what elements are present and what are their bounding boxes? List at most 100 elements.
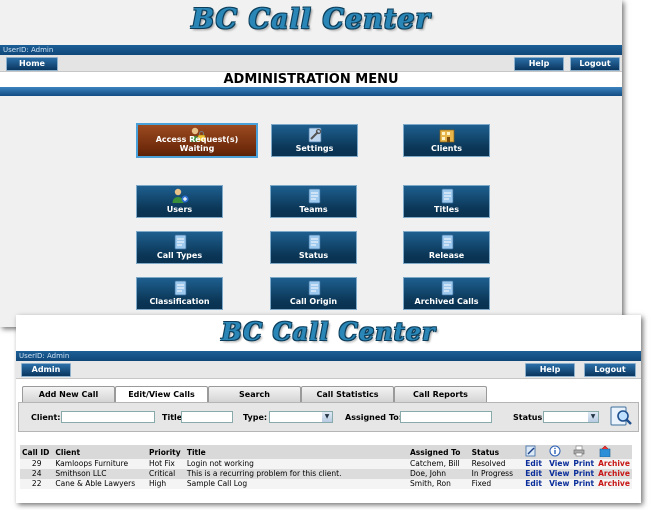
- add-user-icon: [171, 187, 189, 205]
- tab-search[interactable]: Search: [208, 386, 301, 402]
- admin-button[interactable]: Admin: [21, 363, 71, 377]
- status-label: Status: [298, 251, 329, 260]
- type-filter-label: Type:: [243, 413, 268, 422]
- call-types-button[interactable]: Call Types: [136, 231, 223, 264]
- search-icon[interactable]: [609, 404, 633, 428]
- building-icon: [438, 126, 456, 144]
- print-link[interactable]: Print: [571, 469, 597, 479]
- chevron-down-icon: ▼: [588, 412, 598, 422]
- col-client[interactable]: Client: [53, 445, 147, 459]
- cell-status: Resolved: [469, 459, 524, 469]
- client-filter-label: Client:: [31, 413, 61, 422]
- help-button[interactable]: Help: [525, 363, 575, 377]
- nav-bar: Admin Help Logout: [16, 361, 641, 379]
- users-label: Users: [166, 205, 193, 214]
- info-icon: [549, 445, 561, 457]
- userid-label: UserID: Admin: [16, 351, 641, 361]
- teams-button[interactable]: Teams: [270, 185, 357, 218]
- cell-client: Cane & Able Lawyers: [53, 479, 147, 489]
- status-button[interactable]: Status: [270, 231, 357, 264]
- archive-link[interactable]: Archive: [596, 459, 632, 469]
- notepad-icon: [438, 233, 456, 251]
- cell-priority: Critical: [146, 469, 185, 479]
- cell-status: Fixed: [469, 479, 524, 489]
- client-filter-input[interactable]: [61, 411, 155, 423]
- classification-label: Classification: [149, 297, 210, 306]
- admin-window: BC Call Center UserID: Admin Home Help L…: [0, 0, 622, 327]
- cell-client: Kamloops Furniture: [53, 459, 147, 469]
- col-view: [547, 445, 572, 459]
- print-link[interactable]: Print: [571, 459, 597, 469]
- tab-call-reports[interactable]: Call Reports: [394, 386, 487, 402]
- archive-link[interactable]: Archive: [596, 479, 632, 489]
- settings-label: Settings: [295, 144, 334, 153]
- tab-edit-view-calls[interactable]: Edit/View Calls: [115, 386, 208, 402]
- call-origin-button[interactable]: Call Origin: [270, 277, 357, 310]
- title-band: [0, 87, 622, 96]
- app-logo: BC Call Center: [191, 4, 431, 35]
- view-link[interactable]: View: [547, 459, 572, 469]
- home-button[interactable]: Home: [6, 57, 58, 71]
- table-header-row: Call ID Client Priority Title Assigned T…: [20, 445, 632, 459]
- col-title[interactable]: Title: [184, 445, 408, 459]
- cell-call-id: 22: [20, 479, 54, 489]
- chevron-down-icon: ▼: [322, 412, 332, 422]
- print-link[interactable]: Print: [571, 479, 597, 489]
- col-priority[interactable]: Priority: [146, 445, 185, 459]
- tab-add-new-call[interactable]: Add New Call: [22, 386, 115, 402]
- users-button[interactable]: Users: [136, 185, 223, 218]
- cell-status: In Progress: [469, 469, 524, 479]
- archive-box-icon: [599, 445, 611, 458]
- table-row[interactable]: 24 Smithson LLC Critical This is a recur…: [20, 469, 632, 479]
- cell-priority: High: [146, 479, 185, 489]
- release-button[interactable]: Release: [403, 231, 490, 264]
- status-filter-select[interactable]: ▼: [543, 411, 599, 423]
- cell-call-id: 29: [20, 459, 54, 469]
- cell-call-id: 24: [20, 469, 54, 479]
- archived-calls-label: Archived Calls: [414, 297, 479, 306]
- edit-link[interactable]: Edit: [523, 469, 548, 479]
- notepad-icon: [305, 187, 323, 205]
- settings-button[interactable]: Settings: [271, 124, 358, 157]
- col-status[interactable]: Status: [469, 445, 524, 459]
- col-assigned-to[interactable]: Assigned To: [408, 445, 470, 459]
- col-print: [571, 445, 597, 459]
- archive-icon: [438, 279, 456, 297]
- help-button[interactable]: Help: [514, 57, 564, 71]
- printer-icon: [574, 445, 585, 457]
- classification-button[interactable]: Classification: [136, 277, 223, 310]
- tab-call-statistics[interactable]: Call Statistics: [301, 386, 394, 402]
- table-row[interactable]: 22 Cane & Able Lawyers High Sample Call …: [20, 479, 632, 489]
- type-filter-select[interactable]: ▼: [269, 411, 333, 423]
- archive-link[interactable]: Archive: [596, 469, 632, 479]
- view-link[interactable]: View: [547, 479, 572, 489]
- cell-title: This is a recurring problem for this cli…: [184, 469, 408, 479]
- titles-button[interactable]: Titles: [403, 185, 490, 218]
- cell-title: Login not working: [184, 459, 408, 469]
- titles-label: Titles: [434, 205, 459, 214]
- search-filter-bar: Client: Title: Type: ▼ Assigned To: Stat…: [18, 402, 639, 432]
- assigned-filter-input[interactable]: [400, 411, 492, 423]
- table-row[interactable]: 29 Kamloops Furniture Hot Fix Login not …: [20, 459, 632, 469]
- logout-button[interactable]: Logout: [584, 363, 636, 377]
- col-edit: [523, 445, 548, 459]
- cell-client: Smithson LLC: [53, 469, 147, 479]
- title-filter-input[interactable]: [181, 411, 233, 423]
- clients-button[interactable]: Clients: [403, 124, 490, 157]
- access-requests-label: Access Request(s) Waiting: [155, 135, 239, 153]
- cell-title: Sample Call Log: [184, 479, 408, 489]
- col-call-id[interactable]: Call ID: [20, 445, 54, 459]
- access-requests-button[interactable]: Access Request(s) Waiting: [136, 123, 258, 158]
- calls-table: Call ID Client Priority Title Assigned T…: [20, 445, 632, 489]
- view-link[interactable]: View: [547, 469, 572, 479]
- call-types-label: Call Types: [156, 251, 203, 260]
- logout-button[interactable]: Logout: [570, 57, 620, 71]
- userid-label: UserID: Admin: [0, 45, 622, 55]
- col-archive: [596, 445, 632, 459]
- edit-link[interactable]: Edit: [523, 459, 548, 469]
- notepad-icon: [305, 233, 323, 251]
- edit-link[interactable]: Edit: [523, 479, 548, 489]
- archived-calls-button[interactable]: Archived Calls: [403, 277, 490, 310]
- teams-label: Teams: [299, 205, 328, 214]
- app-logo: BC Call Center: [221, 317, 436, 346]
